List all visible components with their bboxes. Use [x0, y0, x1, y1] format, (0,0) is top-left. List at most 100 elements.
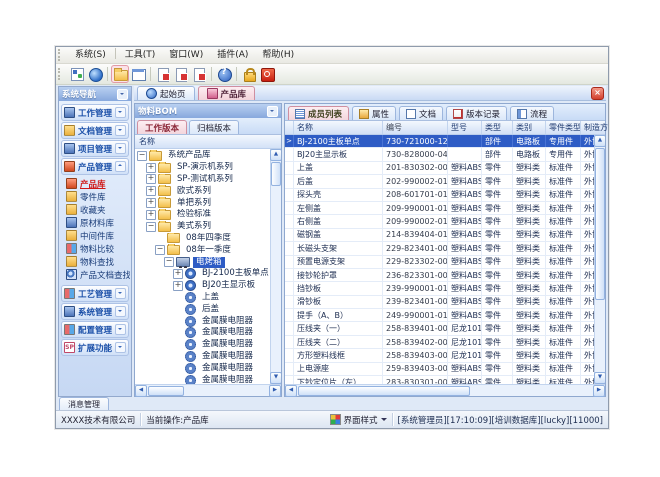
table-row[interactable]: 下钞定位片（左）283-830301-00X塑料ABS零件塑料类标准件外协条: [285, 376, 595, 384]
column-header-名称[interactable]: 名称: [294, 121, 383, 134]
scroll-up-icon[interactable]: ▲: [270, 149, 281, 161]
menu-item[interactable]: 工具(T): [118, 48, 163, 63]
open-folder-icon[interactable]: [112, 66, 128, 82]
table-vertical-scrollbar[interactable]: ▲ ▼: [594, 135, 605, 384]
sidebar-item-收藏夹[interactable]: 收藏夹: [62, 203, 130, 216]
nav-group-产品管理[interactable]: 产品管理: [61, 158, 129, 175]
table-row[interactable]: 提手（A、B）249-990001-01X塑料ABS零件塑料类标准件外协条: [285, 309, 595, 322]
collapse-icon[interactable]: −: [155, 245, 165, 255]
table-row[interactable]: 左侧盖209-990001-01X塑料ABS零件塑料类标准件外协条: [285, 202, 595, 215]
menu-item[interactable]: 窗口(W): [162, 48, 210, 63]
new-document-icon[interactable]: [155, 66, 171, 82]
scroll-thumb[interactable]: [595, 148, 605, 300]
nav-group-工艺管理[interactable]: 工艺管理: [61, 285, 129, 302]
chevron-down-icon[interactable]: [115, 342, 126, 353]
tree-horizontal-scrollbar[interactable]: ◀ ▶: [135, 384, 281, 396]
expand-icon[interactable]: +: [146, 186, 156, 196]
tree-node[interactable]: +BJ-2100主板单点: [135, 268, 271, 280]
table-row[interactable]: 预置电源支架229-823302-00X塑料ABS零件塑料类标准件外协条: [285, 256, 595, 269]
edit-document-icon[interactable]: [173, 66, 189, 82]
table-row[interactable]: >BJ-2100主板单点730-721000-12X部件电路板专用件外协颗: [285, 135, 595, 148]
tree-node[interactable]: +检验标准: [135, 209, 271, 221]
table-row[interactable]: 上电源座259-839403-00X塑料ABS零件塑料类标准件外协条: [285, 363, 595, 376]
nav-group-工作管理[interactable]: 工作管理: [61, 104, 129, 121]
scroll-right-icon[interactable]: ▶: [269, 385, 281, 397]
nav-group-文档管理[interactable]: 文档管理: [61, 122, 129, 139]
nav-group-配置管理[interactable]: 配置管理: [61, 321, 129, 338]
sidebar-item-产品文档查找[interactable]: 产品文档查找: [62, 268, 130, 281]
sidebar-item-物料比较[interactable]: 物料比较: [62, 242, 130, 255]
nav-group-项目管理[interactable]: 项目管理: [61, 140, 129, 157]
column-header-编号[interactable]: 编号: [383, 121, 448, 134]
table-row[interactable]: BJ20主显示板730-828000-04X部件电路板专用件外协颗: [285, 148, 595, 161]
sidebar-item-中间件库[interactable]: 中间件库: [62, 229, 130, 242]
tree-node[interactable]: +SP-演示机系列: [135, 162, 271, 174]
chevron-down-icon[interactable]: [115, 143, 126, 154]
tab-产品库[interactable]: 产品库: [198, 86, 256, 100]
scroll-left-icon[interactable]: ◀: [135, 385, 147, 397]
expand-icon[interactable]: +: [173, 281, 183, 291]
tab-版本记录[interactable]: 版本记录: [446, 106, 507, 120]
table-row[interactable]: 挡钞板239-990001-01X塑料ABS零件塑料类标准件外协条: [285, 282, 595, 295]
tree-node[interactable]: +SP-测试机系列: [135, 174, 271, 186]
scroll-right-icon[interactable]: ▶: [593, 385, 605, 397]
expand-icon[interactable]: +: [173, 269, 183, 279]
column-header-型号[interactable]: 型号: [448, 121, 482, 134]
sidebar-item-原材料库[interactable]: 原材料库: [62, 216, 130, 229]
tree-node[interactable]: −系统产品库: [135, 150, 271, 162]
collapse-icon[interactable]: −: [164, 257, 174, 267]
chevron-down-icon[interactable]: [115, 107, 126, 118]
expand-icon[interactable]: +: [146, 174, 156, 184]
collapse-icon[interactable]: −: [137, 151, 147, 161]
tab-属性[interactable]: 属性: [352, 106, 396, 120]
table-row[interactable]: 接钞轮护罩236-823301-00X塑料ABS零件塑料类标准件外协条: [285, 269, 595, 282]
chevron-down-icon[interactable]: [115, 306, 126, 317]
scroll-thumb[interactable]: [298, 386, 470, 396]
table-row[interactable]: 方形塑料线框258-839403-00X尼龙1010零件塑料类标准件外协条: [285, 349, 595, 362]
column-header-制造方式[interactable]: 制造方式: [581, 121, 609, 134]
nav-group-系统管理[interactable]: 系统管理: [61, 303, 129, 320]
menu-item[interactable]: 插件(A): [210, 48, 255, 63]
bom-collapse-button[interactable]: [267, 106, 278, 117]
tree-node[interactable]: 上盖: [135, 292, 271, 304]
close-tab-button[interactable]: ×: [591, 87, 604, 100]
table-row[interactable]: 磁钢盖214-839404-01X塑料ABS零件塑料类标准件外协条: [285, 229, 595, 242]
globe-icon[interactable]: [87, 66, 103, 82]
view-layout-icon[interactable]: [130, 66, 146, 82]
nav-group-扩展功能[interactable]: SP扩展功能: [61, 339, 129, 356]
app-modules-icon[interactable]: [69, 66, 85, 82]
tree-node[interactable]: −电烤箱: [135, 256, 271, 268]
tree-node[interactable]: 金属膜电阻器: [135, 351, 271, 363]
tree-node[interactable]: 08年四季度: [135, 233, 271, 245]
tree-node[interactable]: +欧式系列: [135, 185, 271, 197]
table-row[interactable]: 滑钞板239-823401-00X塑料ABS零件塑料类标准件外协条: [285, 296, 595, 309]
table-row[interactable]: 长磁头支架229-823401-00X塑料ABS零件塑料类标准件外协条: [285, 242, 595, 255]
tree-node[interactable]: +单把系列: [135, 197, 271, 209]
scroll-up-icon[interactable]: ▲: [594, 135, 605, 147]
table-row[interactable]: 后盖202-990002-01X塑料ABS零件塑料类标准件外协条: [285, 175, 595, 188]
expand-icon[interactable]: +: [146, 163, 156, 173]
delete-document-icon[interactable]: [191, 66, 207, 82]
tab-工作版本[interactable]: 工作版本: [137, 120, 187, 134]
tree-node[interactable]: 金属膜电阻器: [135, 315, 271, 327]
sidebar-collapse-button[interactable]: [117, 89, 128, 100]
table-horizontal-scrollbar[interactable]: ◀ ▶: [285, 384, 605, 396]
scroll-thumb[interactable]: [271, 162, 281, 186]
expand-icon[interactable]: +: [146, 198, 156, 208]
tree-node[interactable]: 后盖: [135, 303, 271, 315]
table-row[interactable]: 探头壳208-601701-01X塑料ABS零件塑料类标准件外协条: [285, 189, 595, 202]
tab-流程[interactable]: 流程: [510, 106, 554, 120]
collapse-icon[interactable]: −: [146, 222, 156, 232]
menu-item[interactable]: 系统(S): [68, 48, 113, 63]
tree-column-header[interactable]: 名称: [135, 135, 281, 149]
tree-node[interactable]: 金属膜电阻器: [135, 374, 271, 384]
tree-node[interactable]: 金属膜电阻器: [135, 339, 271, 351]
expand-icon[interactable]: +: [146, 210, 156, 220]
chevron-up-icon[interactable]: [115, 161, 126, 172]
tree-node[interactable]: −08年一季度: [135, 244, 271, 256]
scroll-down-icon[interactable]: ▼: [594, 372, 605, 384]
tab-成员列表[interactable]: 成员列表: [288, 106, 349, 120]
tab-文档[interactable]: 文档: [399, 106, 443, 120]
message-management-tab[interactable]: 消息管理: [59, 397, 109, 410]
tree-node[interactable]: +BJ20主显示板: [135, 280, 271, 292]
